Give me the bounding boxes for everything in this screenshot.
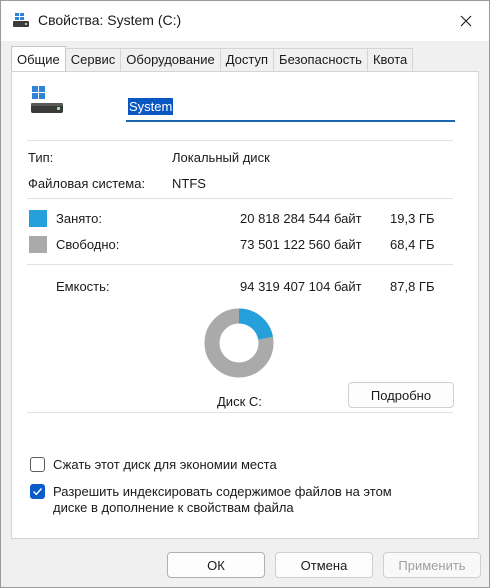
- used-label: Занято:: [56, 211, 102, 226]
- apply-button[interactable]: Применить: [383, 552, 481, 578]
- volume-name-input[interactable]: System: [126, 94, 455, 122]
- index-label-line2[interactable]: диске в дополнение к свойствам файла: [53, 500, 294, 515]
- close-icon: [460, 15, 472, 27]
- compress-label[interactable]: Сжать этот диск для экономии места: [53, 457, 277, 472]
- free-gb: 68,4 ГБ: [390, 237, 435, 252]
- used-bytes: 20 818 284 544 байт: [240, 211, 362, 226]
- tab-general[interactable]: Общие: [11, 46, 66, 71]
- window-title: Свойства: System (C:): [38, 12, 182, 28]
- tab-security[interactable]: Безопасность: [273, 48, 368, 71]
- capacity-bytes: 94 319 407 104 байт: [240, 279, 362, 294]
- checkmark-icon: [33, 488, 43, 496]
- close-button[interactable]: [443, 1, 489, 41]
- index-checkbox[interactable]: [30, 484, 45, 499]
- tab-quota[interactable]: Квота: [366, 48, 414, 71]
- volume-name-text: System: [128, 98, 174, 115]
- general-panel: System Тип: Локальный диск Файловая сист…: [11, 71, 479, 539]
- tab-strip: Общие Сервис Оборудование Доступ Безопас…: [11, 46, 414, 71]
- details-button[interactable]: Подробно: [348, 382, 454, 408]
- type-value: Локальный диск: [172, 150, 270, 165]
- drive-title-icon: [13, 13, 29, 27]
- filesystem-value: NTFS: [172, 176, 206, 191]
- disk-usage-donut: [204, 308, 274, 378]
- divider: [27, 198, 453, 199]
- divider: [27, 264, 453, 265]
- properties-window: Свойства: System (C:) Общие Сервис Обору…: [0, 0, 490, 588]
- tab-hardware[interactable]: Оборудование: [120, 48, 221, 71]
- drive-icon: [31, 86, 63, 113]
- used-space-swatch: [29, 210, 47, 227]
- index-label-line1[interactable]: Разрешить индексировать содержимое файло…: [53, 484, 392, 499]
- capacity-gb: 87,8 ГБ: [390, 279, 435, 294]
- cancel-button[interactable]: Отмена: [275, 552, 373, 578]
- divider: [27, 140, 453, 141]
- title-bar[interactable]: Свойства: System (C:): [1, 1, 489, 41]
- free-label: Свободно:: [56, 237, 120, 252]
- free-bytes: 73 501 122 560 байт: [240, 237, 362, 252]
- disk-label: Диск C:: [217, 394, 262, 409]
- type-label: Тип:: [28, 150, 54, 165]
- compress-checkbox[interactable]: [30, 457, 45, 472]
- tab-sharing[interactable]: Доступ: [219, 48, 275, 71]
- ok-button[interactable]: ОК: [167, 552, 265, 578]
- filesystem-label: Файловая система:: [28, 176, 146, 191]
- capacity-label: Емкость:: [56, 279, 110, 294]
- free-space-swatch: [29, 236, 47, 253]
- tab-tools[interactable]: Сервис: [64, 48, 122, 71]
- used-gb: 19,3 ГБ: [390, 211, 435, 226]
- divider: [27, 412, 453, 413]
